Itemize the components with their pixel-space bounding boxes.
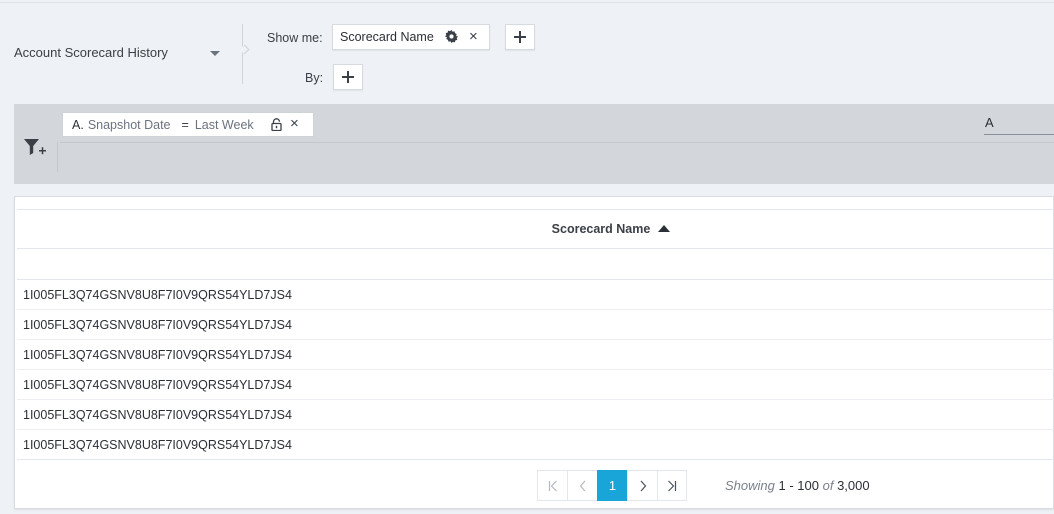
header-divider [242,24,243,84]
filter-divider [60,142,1054,143]
gear-icon[interactable] [445,30,458,43]
table-row[interactable]: 1I005FL3Q74GSNV8U8F7I0V9QRS54YLD7JS4 [17,280,1054,310]
show-field-chip[interactable]: Scorecard Name × [332,24,490,50]
add-filter-icon[interactable] [23,136,47,158]
previous-page-button[interactable] [567,470,597,501]
table-row[interactable]: 1I005FL3Q74GSNV8U8F7I0V9QRS54YLD7JS4 [17,370,1054,400]
next-page-button[interactable] [627,470,657,501]
filter-bar: A. Snapshot Date = Last Week × A [14,104,1054,184]
table-row[interactable]: 1I005FL3Q74GSNV8U8F7I0V9QRS54YLD7JS4 [17,310,1054,340]
lock-icon[interactable] [271,118,282,131]
pagination-summary: Showing 1 - 100 of 3,000 [725,478,870,493]
of-word: of [822,478,834,493]
filter-operator: = [181,117,189,132]
report-title: Account Scorecard History [14,45,168,60]
filter-letter: A. [72,117,84,132]
close-icon[interactable]: × [290,115,299,132]
data-grid: Scorecard Name 1I005FL3Q74GSNV8U8F7I0V9Q… [14,196,1054,509]
close-icon[interactable]: × [469,28,478,45]
showing-range: 1 - 100 [778,478,819,493]
last-page-icon [668,480,677,491]
filter-logic-input[interactable]: A [984,112,1054,135]
plus-icon [342,71,354,83]
add-show-field-button[interactable] [505,24,535,50]
column-header-label: Scorecard Name [551,222,651,236]
filter-field: Snapshot Date [87,117,171,132]
chevron-left-icon [579,480,585,491]
table-row[interactable]: 1I005FL3Q74GSNV8U8F7I0V9QRS54YLD7JS4 [17,400,1054,430]
table-row[interactable]: 1I005FL3Q74GSNV8U8F7I0V9QRS54YLD7JS4 [17,340,1054,370]
filter-chip[interactable]: A. Snapshot Date = Last Week × [62,112,314,137]
last-page-button[interactable] [657,470,687,501]
table-row[interactable]: 1I005FL3Q74GSNV8U8F7I0V9QRS54YLD7JS4 [17,430,1054,460]
page-button-current[interactable]: 1 [597,470,627,501]
add-group-by-button[interactable] [333,64,363,90]
show-field-label: Scorecard Name [340,30,434,44]
showing-word: Showing [725,478,775,493]
chevron-right-icon [640,480,646,491]
chevron-down-icon[interactable] [210,51,220,56]
sort-ascending-icon[interactable] [658,224,671,232]
report-selector[interactable]: Account Scorecard History [14,45,220,60]
first-page-icon [548,480,557,491]
by-label: By: [305,71,324,85]
filter-value: Last Week [194,117,254,132]
showing-total: 3,000 [837,478,870,493]
show-me-label: Show me: [267,31,323,45]
pagination: 1 [537,470,687,501]
filter-divider-vertical [57,142,58,172]
column-filter-row[interactable] [17,249,1054,280]
grid-table: Scorecard Name 1I005FL3Q74GSNV8U8F7I0V9Q… [17,209,1054,460]
column-header-scorecard-name[interactable]: Scorecard Name [17,210,1054,249]
plus-icon [514,31,526,43]
first-page-button[interactable] [537,470,567,501]
top-rule [0,2,1054,3]
